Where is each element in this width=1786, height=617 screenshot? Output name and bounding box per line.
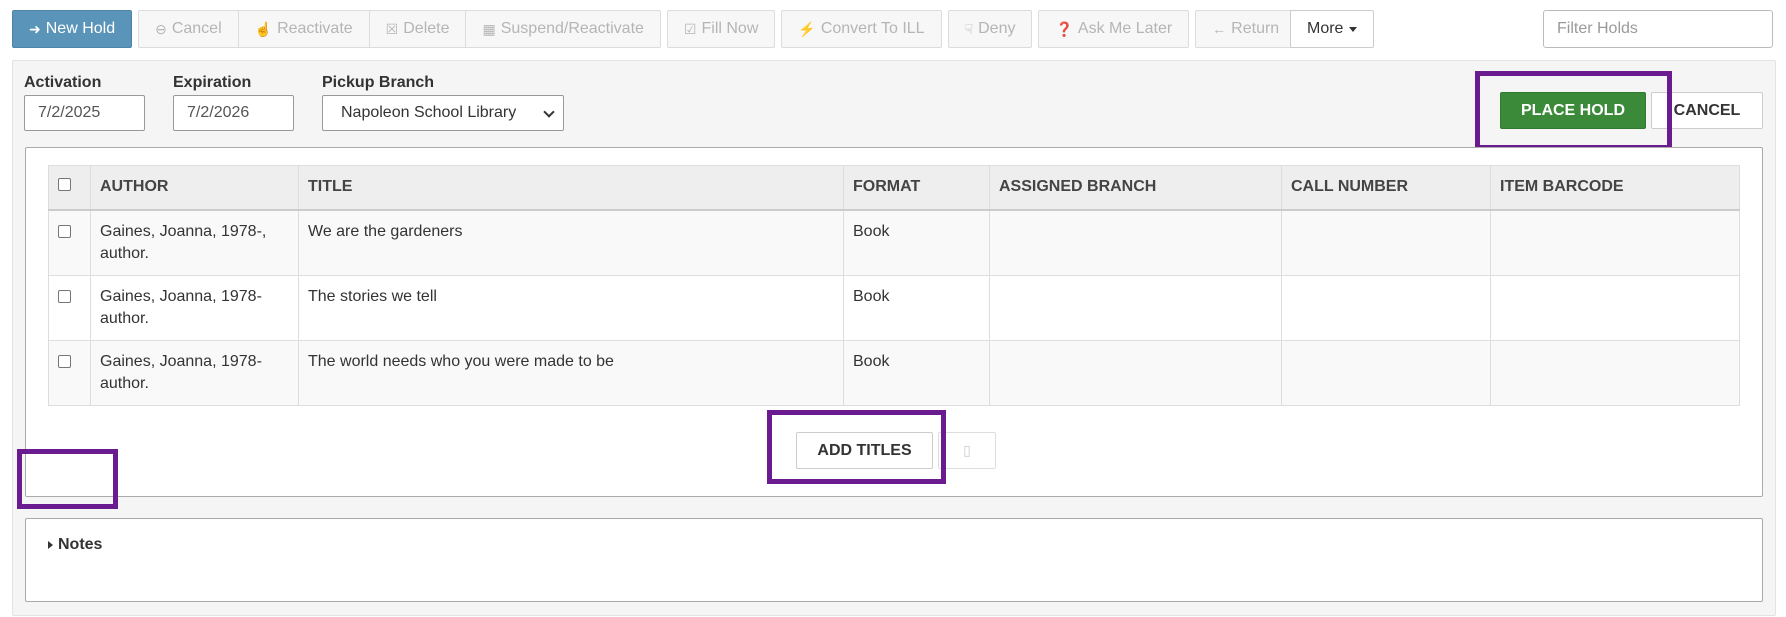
calendar-icon: ▦ [482, 20, 496, 37]
author-cell: Gaines, Joanna, 1978- author. [90, 339, 299, 406]
author-cell: Gaines, Joanna, 1978-, author. [90, 209, 299, 276]
bolt-icon: ⚡ [798, 20, 816, 37]
notes-section: Notes [25, 518, 1763, 602]
arrow-left-icon: ← [1212, 21, 1227, 37]
barcode-cell [1490, 274, 1740, 341]
toolbar: ➜ New Hold ⊖ Cancel ☝ Reactivate ☒ Delet… [12, 10, 1297, 48]
row-select-cell [48, 274, 91, 341]
cancel-hold-button[interactable]: ⊖ Cancel [138, 10, 239, 48]
return-label: Return [1231, 20, 1280, 37]
new-hold-label: New Hold [45, 20, 116, 37]
row-select-cell [48, 209, 91, 276]
header-format[interactable]: FORMAT [843, 165, 990, 211]
title-cell: We are the gardeners [298, 209, 844, 276]
sign-in-icon: ➜ [29, 20, 41, 37]
reactivate-button[interactable]: ☝ Reactivate [237, 10, 370, 48]
deny-label: Deny [978, 20, 1016, 37]
expiration-date-input[interactable]: 7/2/2026 [173, 95, 294, 131]
more-label: More [1307, 20, 1344, 37]
call-number-cell [1281, 209, 1491, 276]
trash-icon: ☒ [385, 20, 399, 37]
expiration-label: Expiration [173, 74, 252, 91]
notes-label: Notes [58, 536, 103, 553]
header-title[interactable]: TITLE [298, 165, 844, 211]
ask-me-later-label: Ask Me Later [1077, 20, 1173, 37]
format-cell: Book [843, 274, 990, 341]
thumbs-down-icon: ☟ [964, 20, 974, 37]
return-button[interactable]: ← Return [1195, 10, 1297, 48]
author-cell: Gaines, Joanna, 1978- author. [90, 274, 299, 341]
trash-icon: ▯ [963, 442, 971, 458]
remove-titles-button[interactable]: ▯ [938, 432, 996, 469]
caret-right-icon [48, 541, 53, 549]
table-header-row: AUTHOR TITLE FORMAT ASSIGNED BRANCH CALL… [48, 165, 1740, 211]
pickup-branch-value: Napoleon School Library [341, 104, 517, 121]
call-number-cell [1281, 274, 1491, 341]
barcode-cell [1490, 209, 1740, 276]
call-number-cell [1281, 339, 1491, 406]
pickup-branch-select[interactable]: Napoleon School Library [322, 95, 564, 131]
titles-table: AUTHOR TITLE FORMAT ASSIGNED BRANCH CALL… [48, 165, 1740, 406]
deny-button[interactable]: ☟ Deny [947, 10, 1033, 48]
new-hold-panel: Activation 7/2/2025 Expiration 7/2/2026 … [12, 60, 1776, 616]
minus-circle-icon: ⊖ [155, 20, 167, 37]
convert-to-ill-label: Convert To ILL [820, 20, 925, 37]
row-checkbox[interactable] [58, 354, 71, 368]
ask-me-later-button[interactable]: ❓ Ask Me Later [1038, 10, 1190, 48]
pickup-branch-label: Pickup Branch [322, 74, 435, 91]
activation-label: Activation [24, 74, 102, 91]
cancel-hold-label: Cancel [171, 20, 222, 37]
barcode-cell [1490, 339, 1740, 406]
delete-label: Delete [403, 20, 450, 37]
format-cell: Book [843, 339, 990, 406]
place-hold-highlight [1475, 71, 1672, 150]
hold-actions-group: ⊖ Cancel ☝ Reactivate ☒ Delete ▦ Suspend… [138, 10, 661, 48]
filter-holds-input[interactable] [1543, 10, 1773, 48]
title-cell: The stories we tell [298, 274, 844, 341]
reactivate-label: Reactivate [277, 20, 353, 37]
format-cell: Book [843, 209, 990, 276]
caret-down-icon [1349, 26, 1358, 32]
row-checkbox[interactable] [58, 289, 71, 303]
question-circle-icon: ❓ [1055, 20, 1073, 37]
branch-cell [989, 209, 1282, 276]
check-square-icon: ☑ [683, 20, 697, 37]
row-select-cell [48, 339, 91, 406]
new-hold-button[interactable]: ➜ New Hold [12, 10, 133, 48]
more-dropdown-button[interactable]: More [1290, 10, 1375, 48]
header-call-number[interactable]: CALL NUMBER [1281, 165, 1491, 211]
activation-date-input[interactable]: 7/2/2025 [24, 95, 145, 131]
add-titles-highlight [767, 410, 946, 484]
table-row: Gaines, Joanna, 1978-, author. We are th… [48, 209, 1740, 276]
table-row: Gaines, Joanna, 1978- author. The world … [48, 339, 1740, 406]
suspend-reactivate-label: Suspend/Reactivate [500, 20, 644, 37]
row-checkbox[interactable] [58, 224, 71, 238]
chevron-down-icon [543, 106, 555, 118]
select-all-checkbox[interactable] [58, 178, 71, 192]
convert-to-ill-button[interactable]: ⚡ Convert To ILL [781, 10, 942, 48]
branch-cell [989, 339, 1282, 406]
header-item-barcode[interactable]: ITEM BARCODE [1490, 165, 1740, 211]
branch-cell [989, 274, 1282, 341]
notes-toggle[interactable]: Notes [48, 536, 102, 554]
fill-now-button[interactable]: ☑ Fill Now [666, 10, 776, 48]
delete-button[interactable]: ☒ Delete [368, 10, 467, 48]
select-all-cell [48, 165, 91, 211]
suspend-reactivate-button[interactable]: ▦ Suspend/Reactivate [465, 10, 661, 48]
fill-now-label: Fill Now [701, 20, 759, 37]
titles-box: AUTHOR TITLE FORMAT ASSIGNED BRANCH CALL… [25, 147, 1763, 497]
notes-highlight [17, 449, 118, 509]
header-author[interactable]: AUTHOR [90, 165, 299, 211]
thumbs-up-icon: ☝ [254, 20, 273, 37]
title-cell: The world needs who you were made to be [298, 339, 844, 406]
header-assigned-branch[interactable]: ASSIGNED BRANCH [989, 165, 1282, 211]
table-row: Gaines, Joanna, 1978- author. The storie… [48, 274, 1740, 341]
